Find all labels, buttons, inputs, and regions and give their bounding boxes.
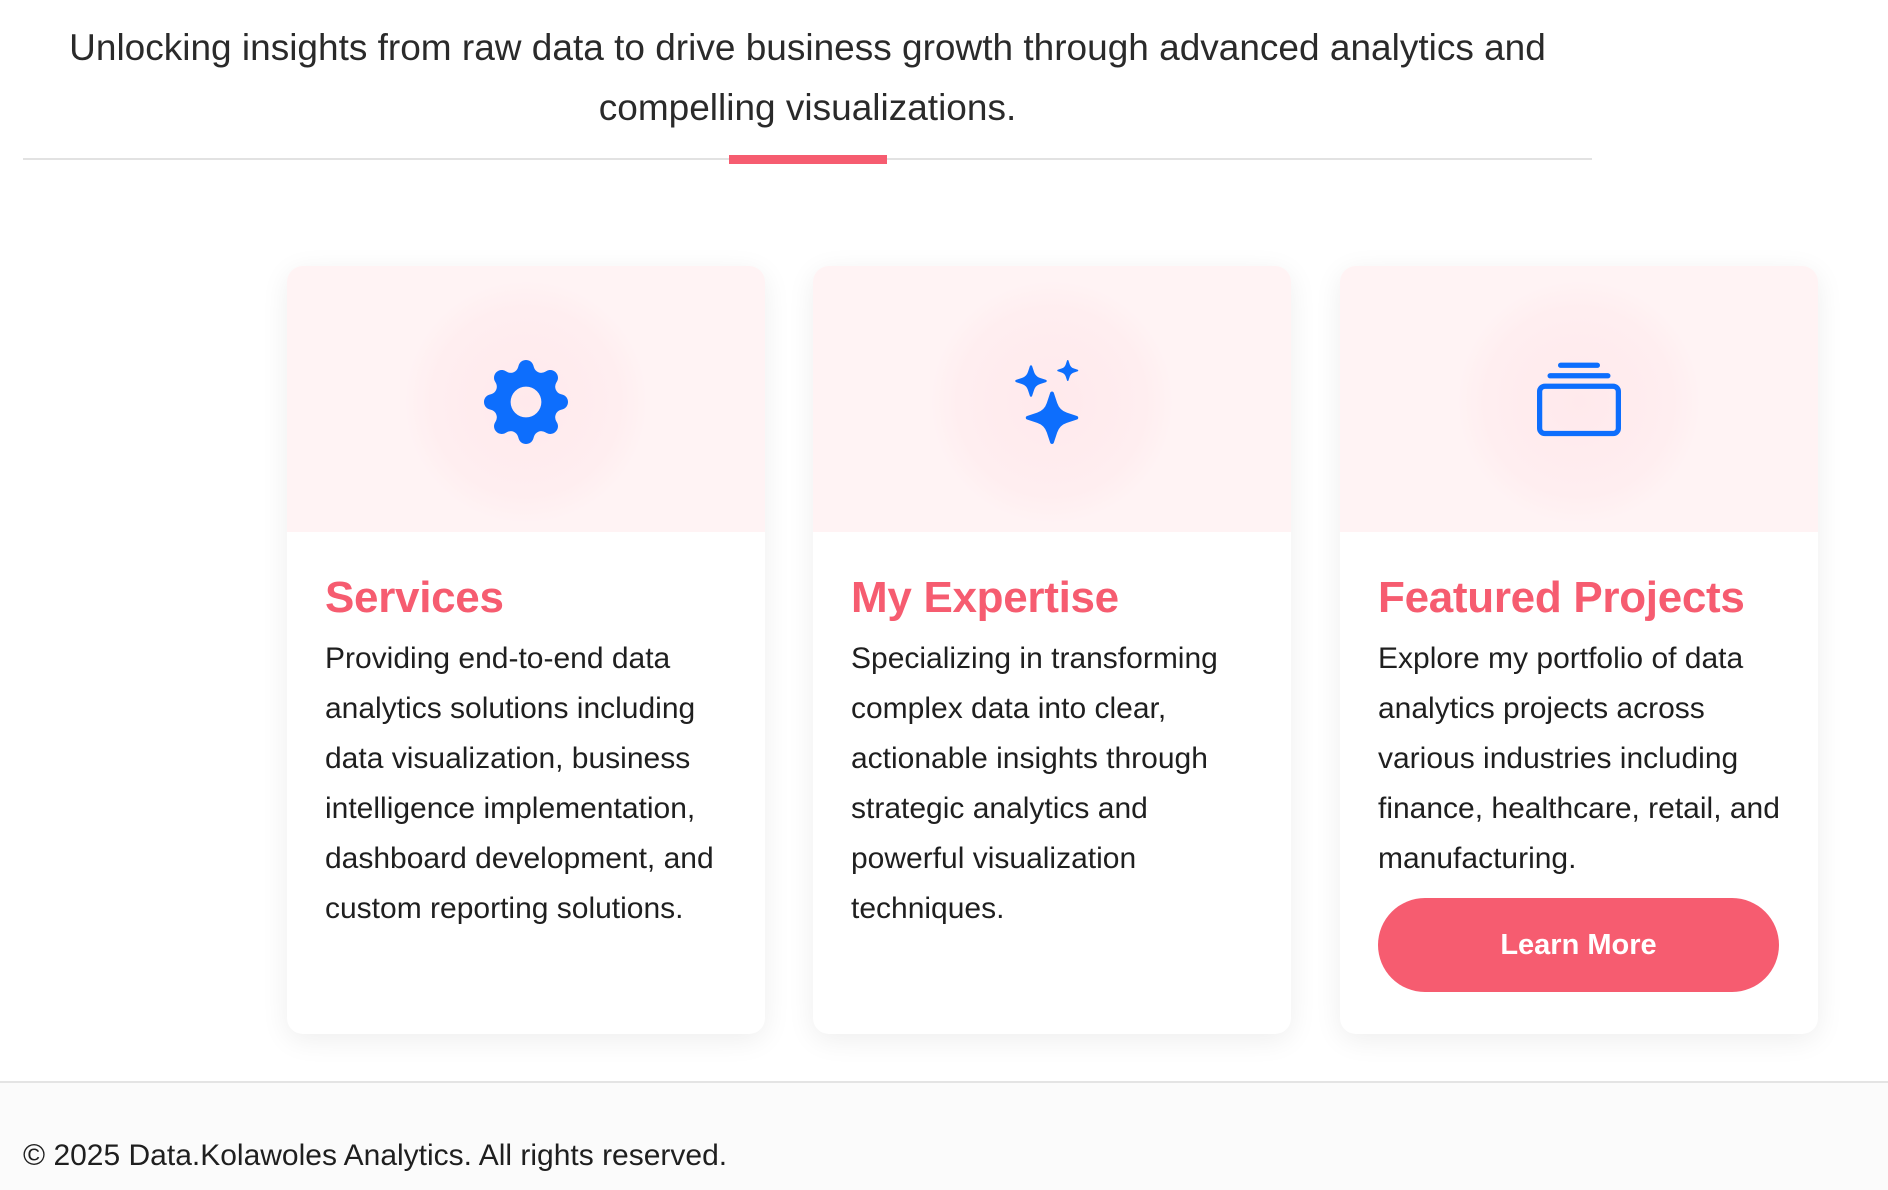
card-title: Services (325, 573, 504, 622)
card-header (813, 266, 1291, 532)
card-description: Providing end-to-end data analytics solu… (325, 642, 714, 925)
card-body: My Expertise Specializing in transformin… (813, 532, 1291, 934)
card-body: Featured Projects Explore my portfolio o… (1340, 532, 1818, 992)
icon-circle (1459, 282, 1699, 522)
card-description: Specializing in transforming complex dat… (851, 642, 1218, 925)
collection-icon (1537, 362, 1621, 437)
card-title: Featured Projects (1378, 573, 1745, 622)
services-card: Services Providing end-to-end data analy… (287, 266, 765, 1034)
icon-circle (406, 282, 646, 522)
learn-more-button[interactable]: Learn More (1378, 898, 1779, 992)
page: Unlocking insights from raw data to driv… (0, 0, 1888, 1190)
accent-underline (729, 155, 887, 164)
card-header (287, 266, 765, 532)
card-description: Explore my portfolio of data analytics p… (1378, 642, 1780, 875)
card-title: My Expertise (851, 573, 1119, 622)
expertise-card: My Expertise Specializing in transformin… (813, 266, 1291, 1034)
icon-circle (932, 282, 1172, 522)
sparkles-icon (1015, 360, 1079, 444)
footer: © 2025 Data.Kolawoles Analytics. All rig… (0, 1081, 1888, 1190)
card-body: Services Providing end-to-end data analy… (287, 532, 765, 934)
gear-icon (484, 360, 568, 444)
card-header (1340, 266, 1818, 532)
intro-text: Unlocking insights from raw data to driv… (69, 27, 1546, 128)
featured-projects-card: Featured Projects Explore my portfolio o… (1340, 266, 1818, 1034)
copyright-text: © 2025 Data.Kolawoles Analytics. All rig… (23, 1139, 728, 1172)
intro-section: Unlocking insights from raw data to driv… (23, 0, 1592, 164)
